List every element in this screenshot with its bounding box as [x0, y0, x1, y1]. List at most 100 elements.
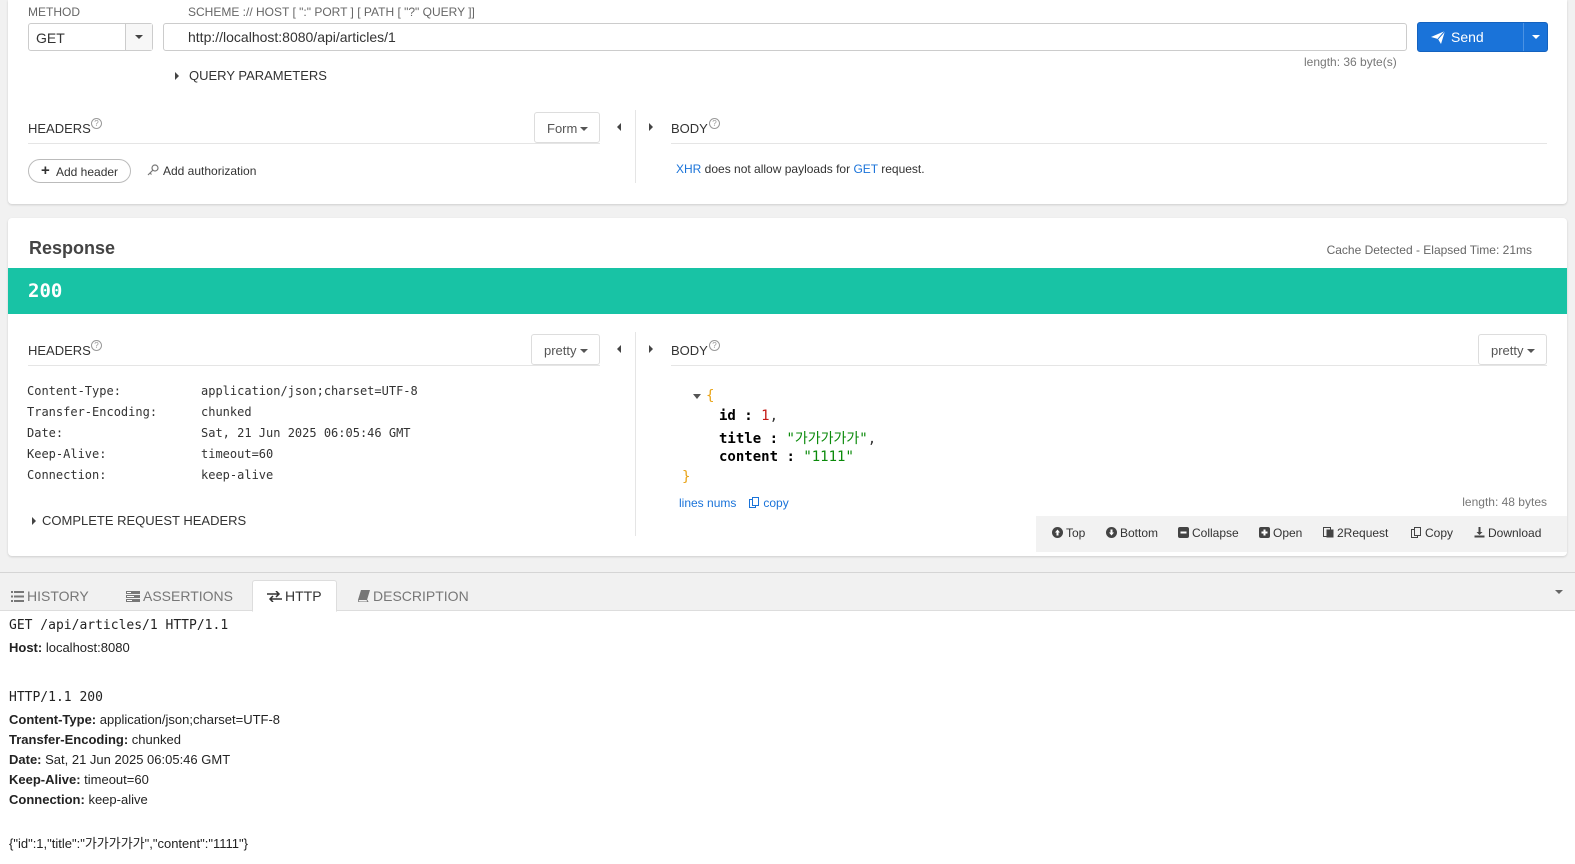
list-icon: [11, 591, 24, 602]
method-label: METHOD: [28, 5, 80, 19]
raw-header-line: Date: Sat, 21 Jun 2025 06:05:46 GMT: [9, 752, 231, 767]
split-divider[interactable]: [635, 332, 636, 536]
url-field[interactable]: [163, 23, 1407, 51]
response-length: length: 48 bytes: [1462, 495, 1547, 509]
raw-body: {"id":1,"title":"가가가가가","content":"1111"…: [9, 836, 248, 851]
help-icon[interactable]: ?: [91, 340, 102, 351]
json-line-content: content : "1111": [719, 449, 854, 465]
add-header-label: Add header: [56, 165, 119, 179]
url-format-label: SCHEME :// HOST [ ":" PORT ] [ PATH [ "?…: [188, 5, 475, 19]
bottom-panel: HISTORY ASSERTIONS HTTP DESCRIPTION GET …: [0, 572, 1575, 864]
response-headers-label: HEADERS: [28, 343, 91, 358]
chevron-down-icon[interactable]: [1555, 590, 1563, 594]
raw-header-line: Content-Type: application/json;charset=U…: [9, 712, 281, 727]
add-auth-label: Add authorization: [163, 164, 257, 178]
headers-mode-dropdown[interactable]: Form: [534, 112, 600, 143]
method-select[interactable]: GET: [28, 23, 153, 51]
response-body-label: BODY: [671, 343, 708, 358]
tab-description[interactable]: DESCRIPTION: [358, 588, 469, 604]
download-icon: [1474, 527, 1485, 538]
copy-link[interactable]: copy: [749, 496, 789, 510]
plus-icon: +: [41, 162, 50, 179]
method-dropdown-toggle[interactable]: [125, 24, 152, 50]
send-button-group: Send: [1417, 22, 1548, 52]
to-request-button[interactable]: 2Request: [1323, 526, 1388, 540]
url-input[interactable]: [188, 28, 1388, 46]
method-value: GET: [36, 30, 65, 46]
divider: [28, 143, 600, 144]
exchange-icon: [267, 591, 282, 602]
divider: [28, 365, 600, 366]
chevron-down-icon: [135, 35, 143, 39]
collapse-right-icon[interactable]: [649, 345, 653, 353]
body-note: XHR does not allow payloads for GET requ…: [676, 162, 925, 176]
raw-host-line: Host: localhost:8080: [9, 640, 130, 655]
headers-mode-value: Form: [547, 121, 578, 136]
query-params-label: QUERY PARAMETERS: [189, 68, 327, 83]
raw-status-line: HTTP/1.1 200: [9, 690, 103, 705]
raw-request-line: GET /api/articles/1 HTTP/1.1: [9, 618, 229, 633]
json-close-brace: }: [682, 469, 691, 485]
copy-icon: [749, 497, 759, 508]
request-panel: METHOD SCHEME :// HOST [ ":" PORT ] [ PA…: [8, 0, 1567, 204]
chevron-down-icon: [1532, 35, 1540, 39]
tab-http[interactable]: HTTP: [252, 580, 337, 612]
request-headers-label: HEADERS: [28, 121, 91, 136]
collapse-json-icon[interactable]: [693, 394, 701, 399]
copy-button[interactable]: Copy: [1411, 526, 1453, 540]
caret-right-icon: [175, 72, 179, 80]
json-open-brace: {: [706, 388, 715, 404]
collapse-button[interactable]: Collapse: [1178, 526, 1239, 540]
bottom-button[interactable]: Bottom: [1106, 526, 1158, 540]
key-icon: [147, 164, 159, 176]
tab-history[interactable]: HISTORY: [11, 588, 89, 604]
paper-plane-icon: [1431, 31, 1445, 44]
open-button[interactable]: Open: [1259, 526, 1302, 540]
body-mode-value: pretty: [1491, 343, 1524, 358]
caret-right-icon: [32, 517, 36, 525]
split-divider[interactable]: [635, 110, 636, 183]
tasks-icon: [126, 591, 140, 602]
raw-header-line: Connection: keep-alive: [9, 792, 148, 807]
help-icon[interactable]: ?: [709, 340, 720, 351]
collapse-right-icon[interactable]: [649, 123, 653, 131]
copy-icon: [1411, 527, 1421, 538]
send-options-toggle[interactable]: [1523, 23, 1548, 51]
chevron-down-icon: [1527, 349, 1535, 353]
json-line-title: title : "가가가가가",: [719, 431, 877, 447]
xhr-link[interactable]: XHR: [676, 162, 701, 176]
raw-header-line: Transfer-Encoding: chunked: [9, 732, 181, 747]
cache-info: Cache Detected - Elapsed Time: 21ms: [1326, 243, 1532, 257]
help-icon[interactable]: ?: [91, 118, 102, 129]
help-icon[interactable]: ?: [709, 118, 720, 129]
top-button[interactable]: Top: [1052, 526, 1085, 540]
collapse-left-icon[interactable]: [617, 123, 621, 131]
minus-square-icon: [1178, 527, 1189, 538]
status-bar: 200: [8, 268, 1567, 314]
send-button[interactable]: Send: [1418, 23, 1523, 51]
complete-headers-label: COMPLETE REQUEST HEADERS: [42, 513, 247, 528]
divider: [671, 365, 1547, 366]
response-body-mode-dropdown[interactable]: pretty: [1478, 334, 1547, 365]
divider: [671, 143, 1547, 144]
download-button[interactable]: Download: [1474, 526, 1541, 540]
response-headers-mode-dropdown[interactable]: pretty: [531, 334, 600, 365]
collapse-left-icon[interactable]: [617, 345, 621, 353]
get-link[interactable]: GET: [853, 162, 877, 176]
add-header-button[interactable]: + Add header: [28, 159, 131, 183]
response-title: Response: [29, 238, 116, 258]
arrow-down-circle-icon: [1106, 527, 1117, 538]
status-code: 200: [28, 280, 63, 302]
paste-icon: [1323, 527, 1334, 538]
tab-assertions[interactable]: ASSERTIONS: [126, 588, 233, 604]
request-length: length: 36 byte(s): [1304, 55, 1397, 69]
plus-square-icon: [1259, 527, 1270, 538]
arrow-up-circle-icon: [1052, 527, 1063, 538]
book-icon: [358, 590, 370, 602]
lines-nums-toggle[interactable]: lines nums: [679, 496, 736, 510]
json-line-id: id : 1,: [719, 408, 779, 424]
response-toolbar: Top Bottom Collapse Open 2Request Copy D…: [1036, 516, 1567, 552]
send-label: Send: [1451, 29, 1484, 45]
response-panel: Response Cache Detected - Elapsed Time: …: [8, 218, 1567, 556]
bottom-tabs: HISTORY ASSERTIONS HTTP DESCRIPTION: [0, 573, 1575, 612]
